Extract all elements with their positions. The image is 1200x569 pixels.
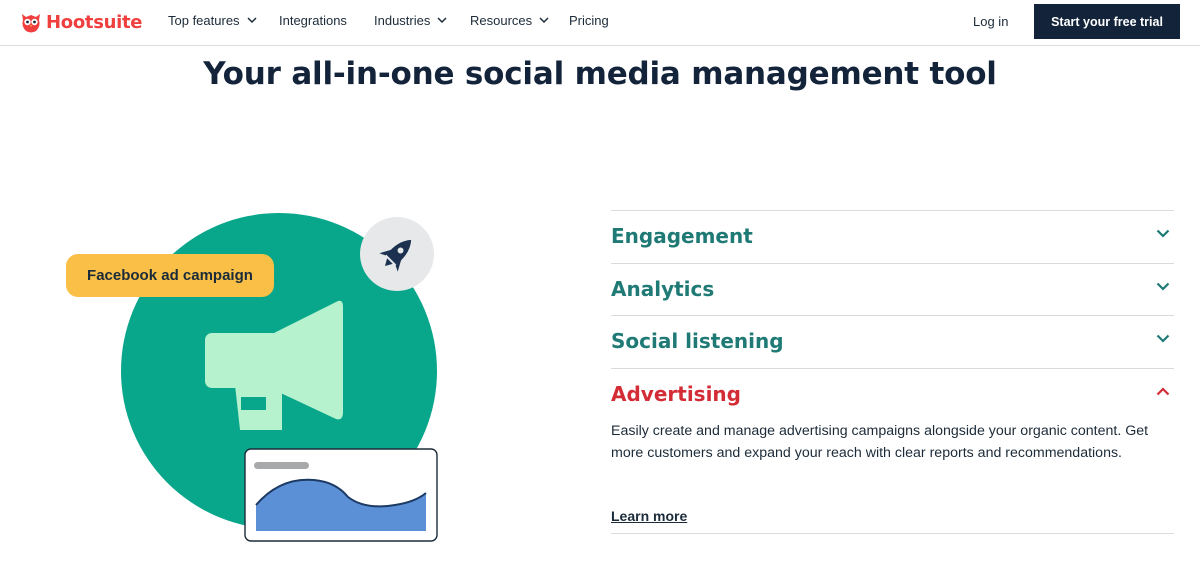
accordion-title: Analytics xyxy=(611,276,715,301)
chevron-down-icon xyxy=(1156,229,1170,238)
chevron-down-icon xyxy=(437,17,447,24)
rocket-icon xyxy=(360,217,434,291)
chevron-down-icon xyxy=(247,17,257,24)
accordion-panel-advertising: Easily create and manage advertising cam… xyxy=(611,420,1174,534)
feature-accordion: Engagement Analytics Social listening Ad… xyxy=(611,210,1174,534)
nav-label: Resources xyxy=(470,13,533,28)
chevron-down-icon xyxy=(1156,334,1170,343)
hootsuite-logo[interactable]: Hootsuite xyxy=(19,9,143,35)
facebook-ad-campaign-pill: Facebook ad campaign xyxy=(66,254,274,297)
nav-label: Top features xyxy=(168,13,240,28)
chevron-down-icon xyxy=(539,17,549,24)
area-chart-icon xyxy=(244,448,438,542)
nav-industries[interactable]: Industries xyxy=(374,13,447,28)
accordion-item-analytics[interactable]: Analytics xyxy=(611,262,1174,316)
accordion-item-social-listening[interactable]: Social listening xyxy=(611,315,1174,368)
learn-more-link[interactable]: Learn more xyxy=(611,508,687,524)
accordion-item-engagement[interactable]: Engagement xyxy=(611,210,1174,263)
accordion-title: Advertising xyxy=(611,381,741,406)
nav-pricing[interactable]: Pricing xyxy=(569,13,609,28)
accordion-description: Easily create and manage advertising cam… xyxy=(611,423,1149,461)
nav-label: Industries xyxy=(374,13,431,28)
nav-resources[interactable]: Resources xyxy=(470,13,549,28)
login-link[interactable]: Log in xyxy=(973,14,1008,29)
page-title: Your all-in-one social media management … xyxy=(203,56,997,92)
start-free-trial-button[interactable]: Start your free trial xyxy=(1034,4,1180,39)
owl-logo-icon xyxy=(22,14,40,33)
advertising-illustration: Facebook ad campaign xyxy=(60,205,450,550)
chevron-down-icon xyxy=(1156,282,1170,291)
nav-label: Integrations xyxy=(279,13,347,28)
top-nav: Hootsuite Top features Integrations Indu… xyxy=(0,0,1200,46)
chevron-up-icon xyxy=(1156,386,1170,395)
brand-name: Hootsuite xyxy=(46,11,143,33)
nav-top-features[interactable]: Top features xyxy=(168,13,257,28)
accordion-item-advertising[interactable]: Advertising xyxy=(611,367,1174,421)
accordion-title: Social listening xyxy=(611,329,784,353)
accordion-title: Engagement xyxy=(611,224,753,248)
nav-integrations[interactable]: Integrations xyxy=(279,13,347,28)
nav-label: Pricing xyxy=(569,13,609,28)
